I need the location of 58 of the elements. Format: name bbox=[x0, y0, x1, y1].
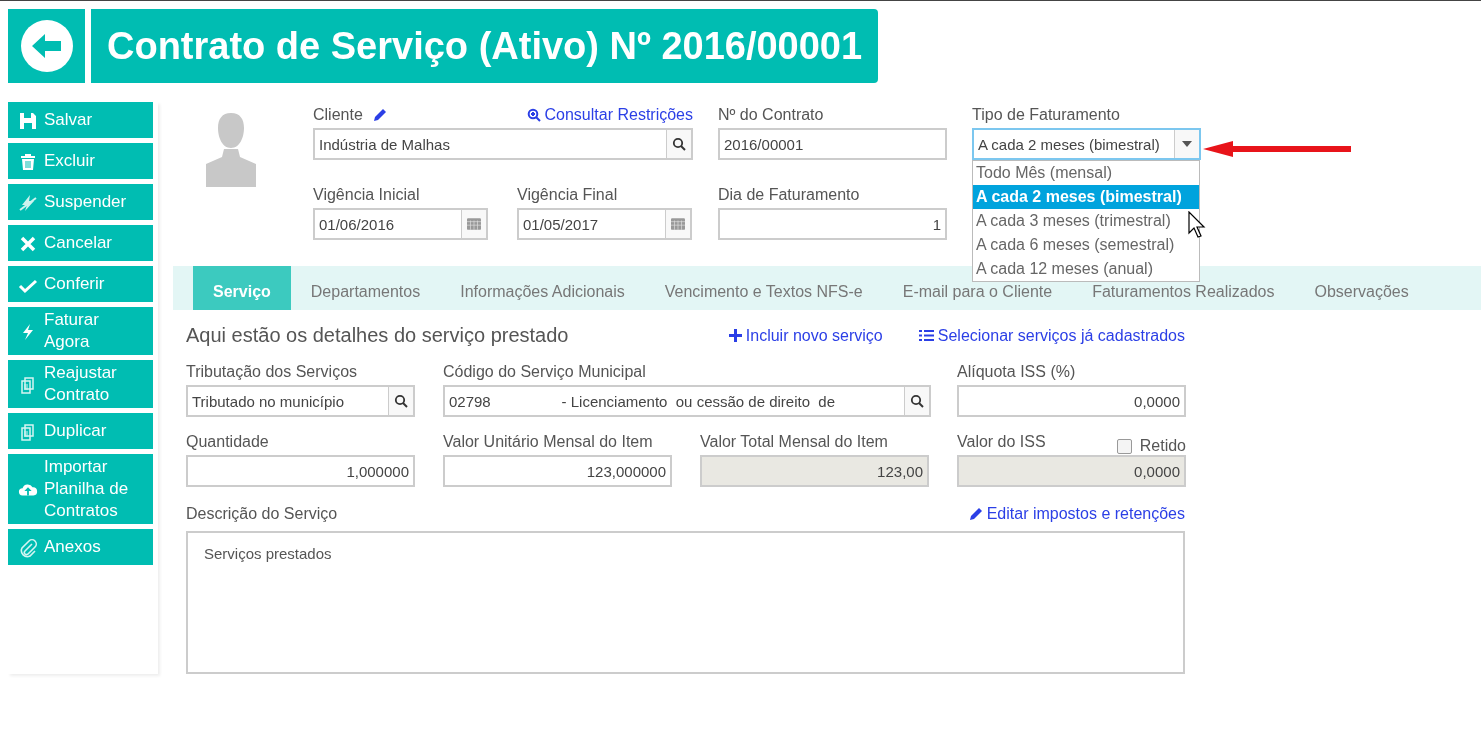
select-services-link[interactable]: Selecionar serviços já cadastrados bbox=[918, 326, 1185, 345]
input-field[interactable]: 0,0000 bbox=[957, 455, 1186, 487]
tab[interactable]: E-mail para o Cliente bbox=[882, 283, 1073, 310]
restrictions-link[interactable]: Consultar Restrições bbox=[526, 106, 693, 124]
field-label: Tipo de Faturamento bbox=[972, 105, 1121, 125]
plus-icon bbox=[728, 329, 742, 342]
tab[interactable]: Faturamentos Realizados bbox=[1072, 283, 1295, 310]
checkbox[interactable] bbox=[1116, 438, 1132, 454]
input-field[interactable]: Tributado no município bbox=[186, 385, 415, 417]
field-label: Dia de Faturamento bbox=[718, 185, 861, 205]
calendar-icon bbox=[671, 217, 685, 231]
input-field[interactable]: 0,0000 bbox=[957, 385, 1186, 417]
field-label: Vigência Final bbox=[517, 185, 619, 205]
field-label: Nº do Contrato bbox=[718, 105, 825, 125]
field-label: Código do Serviço Municipal bbox=[443, 363, 646, 381]
field-label: Tributação dos Serviços bbox=[186, 363, 358, 381]
zoom-in-icon bbox=[526, 108, 541, 122]
field-label: Valor Total Mensal do Item bbox=[700, 433, 888, 451]
checkbox-label: Retido bbox=[1139, 437, 1186, 455]
add-service-link[interactable]: Incluir novo serviço bbox=[728, 326, 883, 345]
tab[interactable]: Observações bbox=[1294, 283, 1429, 310]
date-field[interactable]: 01/05/2017 bbox=[517, 208, 692, 240]
input-field[interactable]: 1,000000 bbox=[186, 455, 415, 487]
input-field[interactable]: 123,00 bbox=[700, 455, 929, 487]
description-textarea[interactable]: Serviços prestados bbox=[186, 531, 1185, 674]
back-button[interactable] bbox=[8, 9, 85, 83]
calendar-icon bbox=[467, 217, 481, 231]
section-heading: Aqui estão os detalhes do serviço prestado bbox=[186, 324, 569, 347]
billing-day-field[interactable]: 1 bbox=[718, 208, 947, 240]
contract-number-field[interactable]: 2016/00001 bbox=[718, 128, 947, 160]
search-icon bbox=[910, 394, 924, 408]
field-label: Valor do ISS bbox=[957, 433, 1046, 451]
tab[interactable]: Vencimento e Textos NFS-e bbox=[644, 283, 883, 310]
dropdown-option[interactable]: A cada 6 meses (semestral) bbox=[973, 233, 1199, 257]
client-field[interactable]: Indústria de Malhas bbox=[313, 128, 693, 160]
tab[interactable]: Informações Adicionais bbox=[440, 283, 645, 310]
dropdown-option[interactable]: A cada 12 meses (anual) bbox=[973, 257, 1199, 281]
list-icon bbox=[918, 329, 934, 342]
date-field[interactable]: 01/06/2016 bbox=[313, 208, 488, 240]
input-field[interactable]: 02798 - Licenciamento ou cessão de direito de bbox=[443, 385, 931, 417]
field-label: Vigência Inicial bbox=[313, 185, 421, 205]
search-icon bbox=[394, 394, 408, 408]
caret-icon bbox=[1182, 141, 1192, 147]
field-label: Quantidade bbox=[186, 433, 269, 451]
page-title: Contrato de Serviço (Ativo) Nº 2016/00001 bbox=[91, 9, 879, 83]
field-label: Cliente bbox=[313, 106, 363, 124]
dropdown-option[interactable]: Todo Mês (mensal) bbox=[973, 161, 1199, 185]
tab[interactable]: Departamentos bbox=[290, 283, 441, 310]
input-field[interactable]: 123,000000 bbox=[443, 455, 672, 487]
paperclip-icon bbox=[18, 537, 38, 558]
pencil-icon[interactable] bbox=[372, 108, 387, 122]
edit-taxes-link[interactable]: Editar impostos e retenções bbox=[968, 505, 1185, 523]
trash-icon bbox=[18, 151, 38, 172]
field-label: Alíquota ISS (%) bbox=[957, 363, 1076, 381]
field-label: Descrição do Serviço bbox=[186, 504, 338, 524]
field-label: Valor Unitário Mensal do Item bbox=[443, 433, 653, 451]
pencil-icon bbox=[968, 507, 983, 521]
search-icon bbox=[672, 137, 686, 151]
